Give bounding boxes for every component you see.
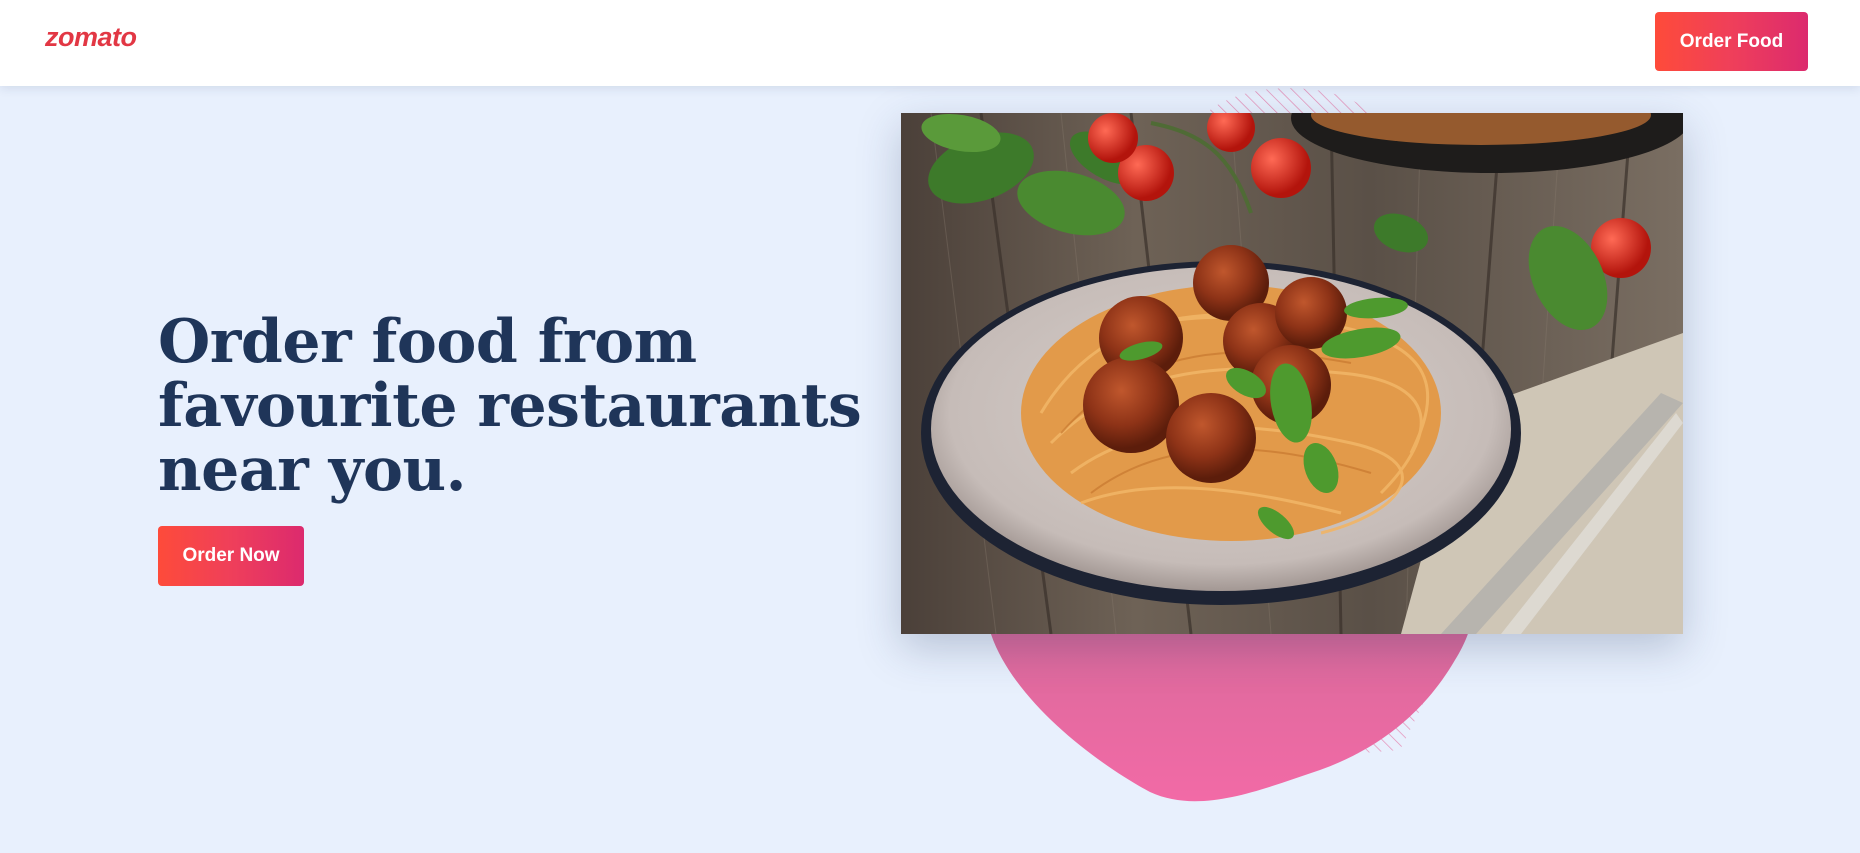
spaghetti-meatballs-illustration <box>901 113 1683 634</box>
hero-title-line-1: Order food from <box>158 307 697 377</box>
hero-food-image <box>901 113 1683 634</box>
hero-title: Order food from favourite restaurants ne… <box>158 307 862 505</box>
hero-title-line-2: favourite restaurants <box>158 371 862 441</box>
zomato-logo[interactable]: zomato <box>45 22 137 53</box>
hero-title-line-3: near you. <box>158 435 467 505</box>
top-navbar: zomato Order Food <box>0 0 1860 86</box>
order-now-button[interactable]: Order Now <box>158 526 304 586</box>
order-food-button[interactable]: Order Food <box>1655 12 1808 71</box>
